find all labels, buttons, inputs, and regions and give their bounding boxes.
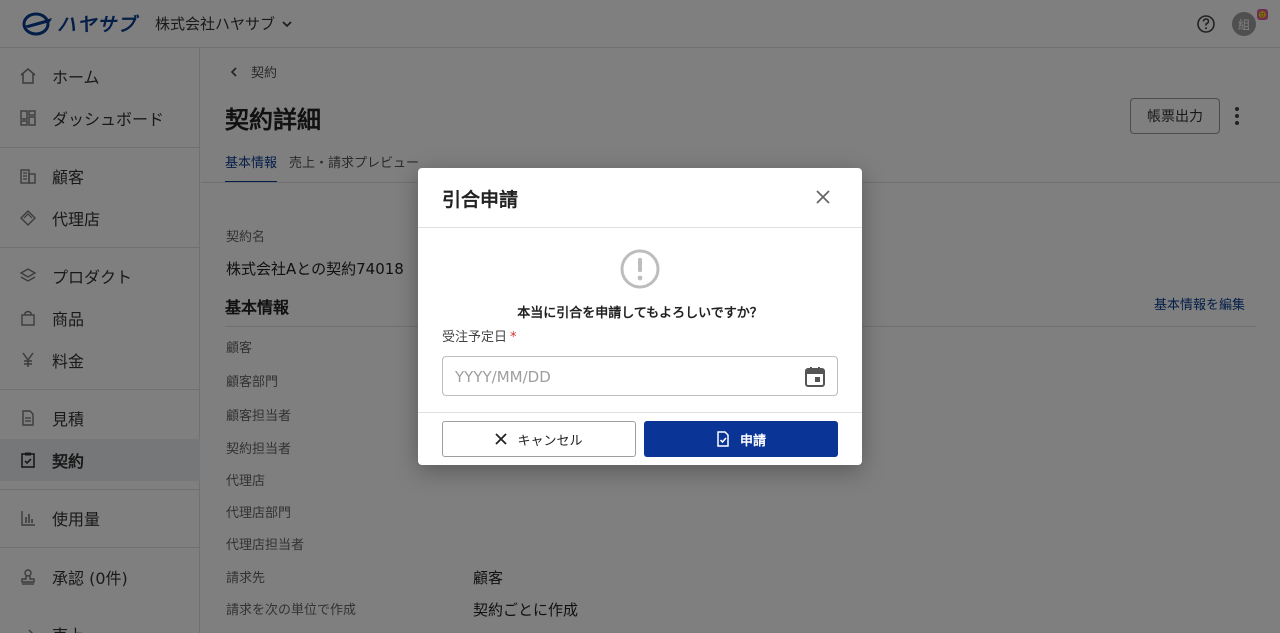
- dialog-divider: [418, 227, 862, 228]
- cancel-button[interactable]: キャンセル: [442, 421, 636, 457]
- close-icon: [816, 190, 830, 204]
- dialog-divider: [418, 412, 862, 413]
- warning-icon: [620, 249, 660, 289]
- date-label-text: 受注予定日: [442, 330, 508, 345]
- close-button[interactable]: [812, 186, 834, 208]
- document-check-icon: [717, 431, 729, 447]
- expected-order-date-field[interactable]: [442, 356, 838, 396]
- required-mark: *: [510, 330, 517, 345]
- close-icon: [495, 433, 508, 445]
- cancel-label: キャンセル: [517, 433, 583, 449]
- dialog-title: 引合申請: [442, 189, 519, 211]
- date-input[interactable]: [455, 367, 775, 387]
- apply-label: 申請: [739, 433, 766, 449]
- inquiry-request-dialog: 引合申請 本当に引合を申請してもよろしいですか？ 受注予定日* キャンセル 申請: [418, 168, 862, 465]
- apply-button[interactable]: 申請: [644, 421, 838, 457]
- calendar-icon[interactable]: [803, 365, 827, 389]
- date-field-label: 受注予定日 *: [442, 326, 517, 345]
- confirm-message: 本当に引合を申請してもよろしいですか？: [517, 306, 763, 321]
